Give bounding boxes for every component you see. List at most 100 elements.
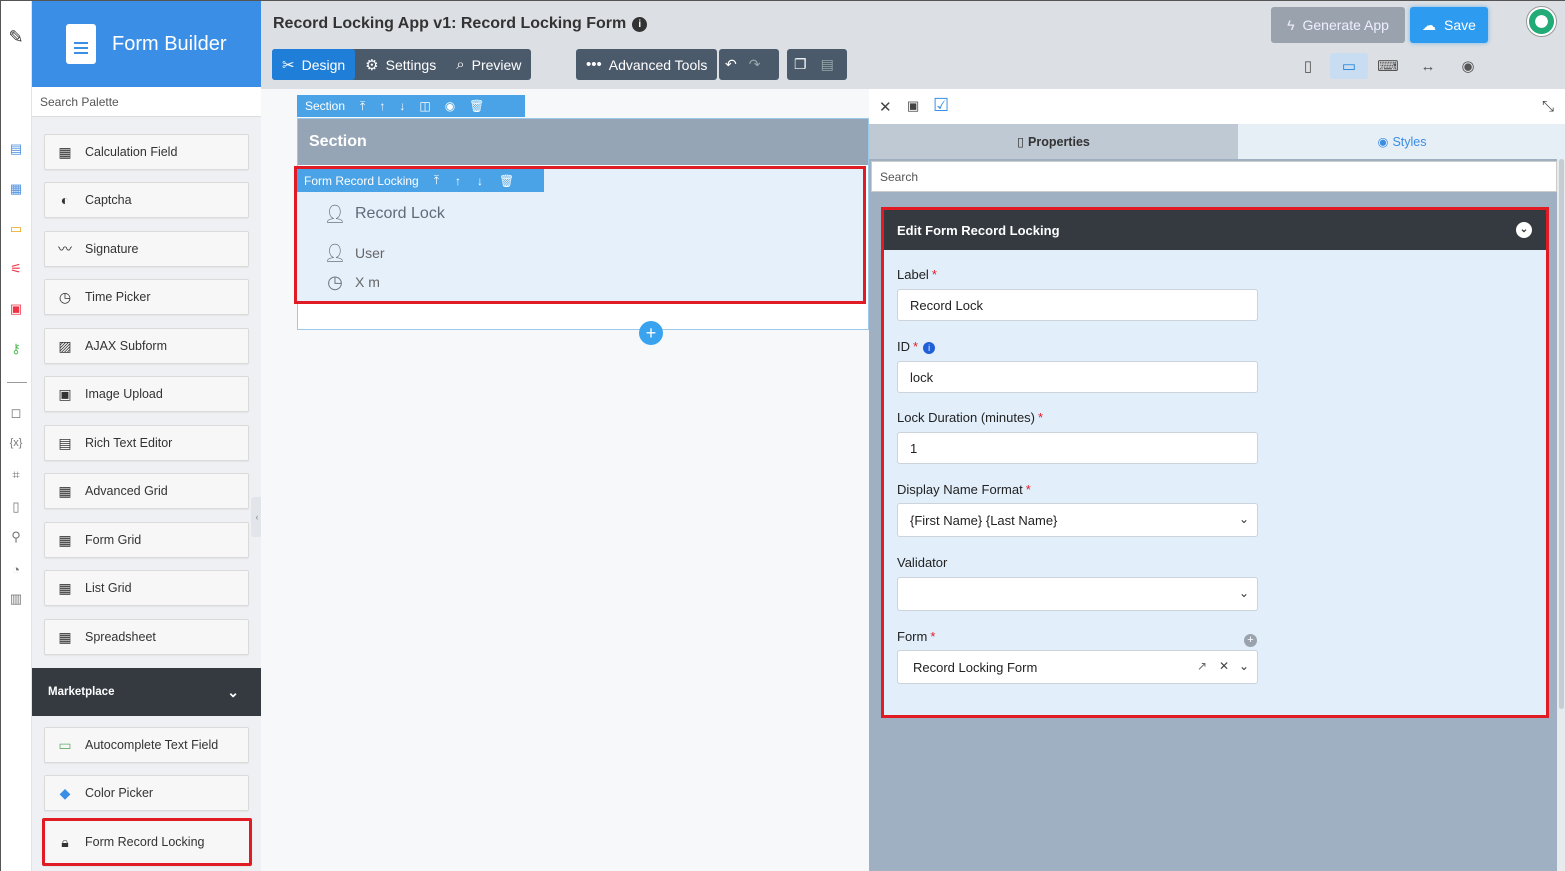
palette-item-rich-text-editor[interactable]: ▤ Rich Text Editor [44, 425, 249, 461]
label-text: Label [897, 267, 929, 282]
tab-label: Properties [1028, 134, 1090, 149]
tab-styles[interactable]: ◉ Styles [1238, 124, 1565, 159]
document-icon [66, 24, 96, 64]
monitor-icon[interactable]: ▭ [8, 221, 24, 237]
table-icon[interactable]: ▦ [8, 181, 24, 197]
redo-button[interactable]: ↷ [743, 49, 767, 80]
tablet-view-button[interactable]: ▭ [1330, 53, 1368, 79]
id-input[interactable]: lock [897, 361, 1258, 393]
palette-search-input[interactable]: Search Palette [32, 87, 261, 117]
add-element-button[interactable]: + [639, 321, 663, 345]
arrow-up-icon[interactable]: ↑ [447, 174, 469, 188]
move-top-icon[interactable]: ⤒ [426, 173, 447, 188]
select-value: {First Name} {Last Name} [910, 512, 1058, 528]
edit-card-header[interactable]: Edit Form Record Locking ⌄ [884, 210, 1546, 250]
page-title: Record Locking App v1: Record Locking Fo… [273, 15, 648, 33]
paste-button[interactable]: ▤ [814, 49, 841, 80]
copy-paste-group: ❐ ▤ [787, 49, 847, 80]
palette-item-image-upload[interactable]: ▣ Image Upload [44, 376, 249, 412]
palette-item-color-picker[interactable]: ◆ Color Picker [44, 775, 249, 811]
element-toolbar: Form Record Locking ⤒ ↑ ↓ 🗑︎ [297, 169, 544, 192]
palette-item-autocomplete-text-field[interactable]: ▭ Autocomplete Text Field [44, 727, 249, 763]
variable-icon[interactable]: {x} [8, 435, 24, 451]
form-icon[interactable]: ▤ [8, 141, 24, 157]
left-icon-rail: ✎ ▤ ▦ ▭ ⚟ ▣ ⚷ ◻ {x} ⌗ ▯ ⚲ ◔ ▥ [1, 1, 32, 871]
gauge-icon[interactable]: ◔ [8, 561, 24, 577]
note-icon[interactable]: ◻ [8, 405, 24, 421]
workflow-icon[interactable]: ⚟ [8, 261, 24, 277]
form-record-locking-element[interactable]: Form Record Locking ⤒ ↑ ↓ 🗑︎ 👤︎ Record L… [294, 166, 866, 304]
move-top-icon[interactable]: ⤒ [353, 99, 372, 114]
undo-button[interactable]: ↶ [719, 49, 743, 80]
palette-item-form-record-locking[interactable]: 🔒︎ Form Record Locking [42, 818, 252, 866]
arrow-down-icon[interactable]: ↓ [392, 99, 412, 113]
close-icon[interactable]: ✕ [879, 98, 892, 116]
palette-item-label: Autocomplete Text Field [85, 738, 219, 752]
file-icon[interactable]: ▯ [8, 499, 24, 515]
generate-app-button[interactable]: ϟ Generate App [1271, 7, 1405, 43]
validator-select[interactable]: ⌄ [897, 577, 1258, 611]
checkbox-icon[interactable]: ☑ [933, 95, 949, 116]
label-input[interactable]: Record Lock [897, 289, 1258, 321]
advanced-tools-button[interactable]: ••• Advanced Tools [576, 49, 718, 80]
trash-icon[interactable]: 🗑︎ [491, 174, 522, 188]
columns-icon[interactable]: ◫ [412, 99, 437, 113]
info-icon[interactable]: i [923, 342, 936, 354]
tab-label: Styles [1392, 134, 1427, 149]
tab-preview[interactable]: ⌕ Preview [446, 49, 531, 80]
palette-item-advanced-grid[interactable]: ▦ Advanced Grid [44, 473, 249, 509]
trash-icon[interactable]: 🗑︎ [462, 99, 491, 113]
palette-item-list-grid[interactable]: ▦ List Grid [44, 570, 249, 606]
chevron-down-icon: ⌄ [1516, 222, 1532, 238]
plugin-icon[interactable]: ⚲ [8, 529, 24, 545]
required-mark: * [1038, 410, 1044, 425]
avatar[interactable] [1526, 6, 1557, 37]
palette-item-captcha[interactable]: ◐ Captcha [44, 182, 249, 218]
display-name-format-select[interactable]: {First Name} {Last Name} ⌄ [897, 503, 1258, 537]
properties-scrollbar[interactable] [1557, 159, 1565, 871]
pdf-icon[interactable]: ▣ [8, 301, 24, 317]
palette-item-calculation-field[interactable]: ▦ Calculation Field [44, 134, 249, 170]
copy-button[interactable]: ❐ [787, 49, 814, 80]
display-name-format-field-label: Display Name Format * [897, 482, 1031, 497]
arrow-down-icon[interactable]: ↓ [469, 174, 491, 188]
edit-icon[interactable]: ✎ [8, 27, 24, 47]
scroll-icon[interactable]: ▥ [8, 591, 24, 607]
external-link-icon[interactable]: ↗ [1197, 659, 1207, 673]
clear-icon[interactable]: ✕ [1219, 659, 1229, 673]
key-icon[interactable]: ⚷ [8, 341, 24, 357]
properties-search-input[interactable]: Search [871, 161, 1557, 192]
signature-icon: 〰 [58, 241, 72, 257]
palette-item-time-picker[interactable]: ◷ Time Picker [44, 279, 249, 315]
tab-settings[interactable]: ⚙ Settings [355, 49, 446, 80]
palette-item-spreadsheet[interactable]: ▦ Spreadsheet [44, 619, 249, 655]
palette-item-label: Advanced Grid [85, 484, 168, 498]
palette-icon[interactable]: ◉ [438, 99, 462, 113]
palette-item-ajax-subform[interactable]: ▨ AJAX Subform [44, 328, 249, 364]
fullwidth-view-button[interactable]: ↔ [1409, 53, 1447, 79]
add-form-icon[interactable]: + [1244, 634, 1257, 647]
info-icon[interactable]: i [632, 17, 648, 32]
save-template-icon[interactable]: ▣ [907, 98, 919, 114]
section-container[interactable]: Section Form Record Locking ⤒ ↑ ↓ 🗑︎ 👤︎ … [294, 118, 869, 330]
palette-item-form-grid[interactable]: ▦ Form Grid [44, 522, 249, 558]
theme-button[interactable]: ◉ [1449, 53, 1487, 79]
marketplace-header[interactable]: Marketplace ⌄ [32, 668, 261, 716]
translate-icon[interactable]: ⌗ [8, 467, 24, 483]
phone-view-button[interactable]: ▯ [1289, 53, 1327, 79]
palette-item-label: Image Upload [85, 387, 163, 401]
compress-icon[interactable]: ⤡ [1542, 98, 1554, 115]
section-toolbar-label: Section [305, 99, 346, 113]
paste-icon: ▤ [820, 56, 834, 72]
tab-design[interactable]: ✂ Design [272, 49, 356, 80]
form-select[interactable]: Record Locking Form ↗ ✕ ⌄ [897, 650, 1258, 684]
arrow-up-icon[interactable]: ↑ [372, 99, 392, 113]
grid-icon: ▦ [58, 579, 72, 596]
save-button[interactable]: ☁ Save [1410, 7, 1488, 43]
palette-item-label: Time Picker [85, 290, 151, 304]
laptop-view-button[interactable]: ⌨ [1369, 53, 1407, 79]
palette-item-signature[interactable]: 〰 Signature [44, 231, 249, 267]
lock-duration-input[interactable]: 1 [897, 432, 1258, 464]
save-label: Save [1444, 17, 1476, 33]
tab-properties[interactable]: ▯ Properties [869, 124, 1238, 159]
